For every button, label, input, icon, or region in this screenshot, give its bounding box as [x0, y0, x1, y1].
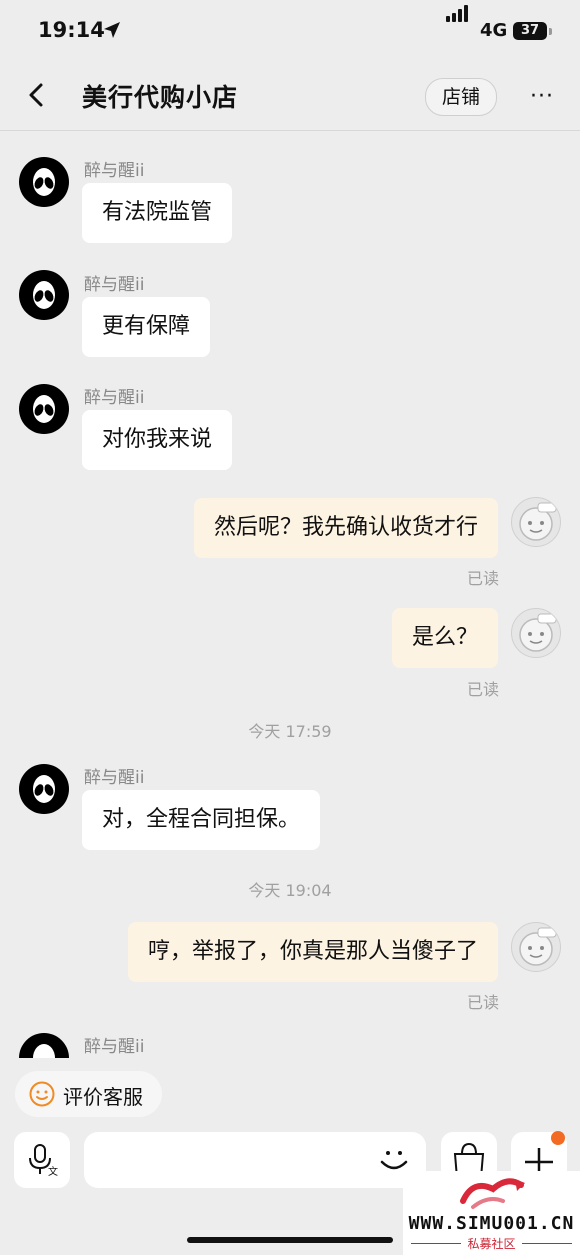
message-bubble-incoming[interactable]: 有法院监管 [82, 183, 233, 243]
page-title: 美行代购小店 [82, 83, 239, 112]
home-indicator [187, 1237, 393, 1243]
cartoon-face-icon [519, 927, 557, 966]
avatar-self[interactable] [511, 608, 561, 658]
message-bubble-outgoing[interactable]: 是么？ [391, 608, 498, 668]
watermark: WWW.SIMU001.CN 私募社区 [403, 1171, 580, 1255]
message-bubble-incoming[interactable]: 更有保障 [82, 297, 211, 357]
rate-service-button[interactable]: 评价客服 [15, 1071, 162, 1117]
microphone-translate-icon: 文 [29, 1144, 58, 1178]
watermark-subtitle: 私募社区 [467, 1237, 516, 1251]
avatar[interactable] [19, 157, 69, 207]
avatar-self[interactable] [511, 922, 561, 972]
alien-avatar-icon [33, 1044, 55, 1058]
message-input[interactable] [84, 1132, 426, 1188]
sender-name: 醉与醒ii [84, 275, 145, 295]
battery-icon: 37 [513, 22, 552, 40]
cartoon-face-icon [519, 613, 557, 652]
battery-level: 37 [520, 23, 540, 38]
sender-name: 醉与醒ii [84, 161, 145, 181]
message-bubble-incoming[interactable]: 对，全程合同担保。 [82, 790, 321, 850]
notification-dot [551, 1131, 565, 1145]
location-arrow-icon [104, 22, 120, 38]
rate-service-label: 评价客服 [63, 1085, 143, 1109]
message-bubble-incoming[interactable]: 对你我来说 [82, 410, 233, 470]
cartoon-face-icon [519, 502, 557, 541]
sender-name: 醉与醒ii [84, 388, 145, 408]
avatar[interactable] [19, 384, 69, 434]
timestamp: 今天 19:04 [248, 881, 332, 900]
message-bubble-outgoing[interactable]: 然后呢？我先确认收货才行 [193, 498, 498, 558]
avatar[interactable] [19, 764, 69, 814]
read-receipt: 已读 [467, 569, 500, 588]
sender-name: 醉与醒ii [84, 768, 145, 788]
read-receipt: 已读 [467, 680, 500, 699]
partial-message: 醉与醒ii [0, 1030, 580, 1058]
network-type: 4G [480, 20, 508, 41]
alien-avatar-icon [33, 168, 55, 196]
voice-input-button[interactable]: 文 [14, 1132, 70, 1188]
avatar-self[interactable] [511, 497, 561, 547]
alien-avatar-icon [33, 775, 55, 803]
more-options-icon[interactable]: ··· [530, 84, 554, 109]
watermark-logo-icon [460, 1178, 525, 1209]
status-time: 19:14 [38, 18, 105, 42]
alien-avatar-icon [33, 395, 55, 423]
chat-header: 美行代购小店 店铺 ··· [0, 62, 580, 131]
svg-text:文: 文 [48, 1165, 58, 1178]
shop-button[interactable]: 店铺 [425, 78, 497, 116]
smiley-face-orange-icon [29, 1081, 55, 1107]
message-bubble-outgoing[interactable]: 哼，举报了，你真是那人当傻子了 [127, 922, 498, 982]
avatar[interactable] [19, 1033, 69, 1058]
sender-name: 醉与醒ii [84, 1037, 145, 1057]
read-receipt: 已读 [467, 993, 500, 1012]
watermark-site: WWW.SIMU001.CN [408, 1213, 575, 1234]
timestamp: 今天 17:59 [248, 722, 332, 741]
status-bar: 19:14 4G 37 [0, 0, 580, 62]
chevron-left-icon[interactable] [22, 80, 52, 110]
avatar[interactable] [19, 270, 69, 320]
alien-avatar-icon [33, 281, 55, 309]
